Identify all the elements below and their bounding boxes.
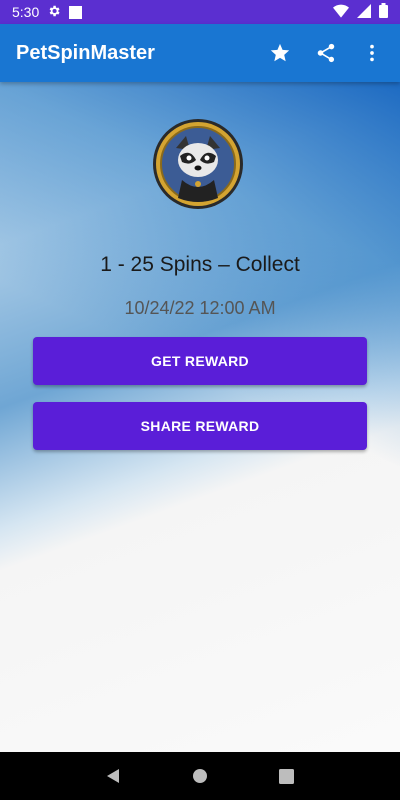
favorite-button[interactable]	[260, 33, 300, 73]
settings-icon	[47, 4, 61, 21]
signal-icon	[357, 3, 371, 21]
system-nav-bar	[0, 752, 400, 800]
app-title: PetSpinMaster	[16, 41, 155, 64]
status-bar: 5:30	[0, 0, 400, 24]
nav-home-button[interactable]	[180, 756, 220, 796]
reward-date: 10/24/22 12:00 AM	[124, 298, 276, 318]
wifi-icon	[333, 4, 349, 21]
home-icon	[192, 769, 207, 783]
battery-icon	[379, 3, 388, 21]
app-bar: PetSpinMaster	[0, 24, 400, 82]
share-button[interactable]	[306, 33, 346, 73]
notification-square-icon	[69, 5, 83, 19]
overflow-menu-button[interactable]	[352, 33, 392, 73]
raccoon-avatar	[152, 118, 244, 210]
more-vert-icon	[370, 44, 374, 62]
share-icon	[317, 43, 335, 63]
status-time: 5:30	[12, 4, 40, 20]
nav-back-button[interactable]	[93, 756, 133, 796]
back-icon	[107, 769, 120, 783]
reward-title: 1 - 25 Spins – Collect	[100, 253, 300, 276]
nav-recents-button[interactable]	[267, 756, 307, 796]
recents-icon	[279, 768, 295, 784]
get-reward-button[interactable]: GET REWARD	[33, 337, 367, 385]
share-reward-button[interactable]: SHARE REWARD	[33, 402, 367, 450]
main-content: 1 - 25 Spins – Collect 10/24/22 12:00 AM…	[0, 82, 400, 752]
star-icon	[270, 43, 290, 62]
